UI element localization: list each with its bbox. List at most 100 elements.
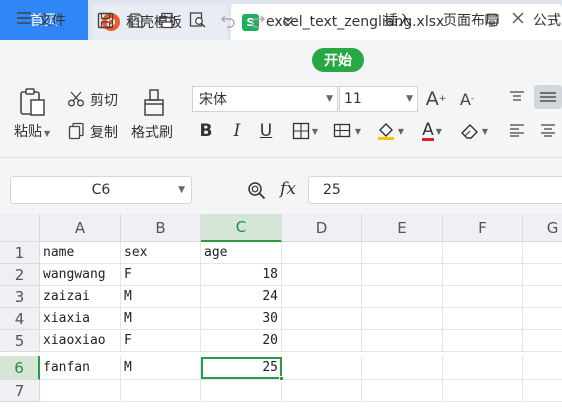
cell-g4[interactable] [523, 308, 562, 330]
cell-e3[interactable] [362, 286, 443, 308]
cell-a6[interactable]: fanfan [40, 356, 121, 380]
cell-b5[interactable]: F [121, 330, 201, 352]
save-icon[interactable] [95, 10, 115, 30]
cell-f1[interactable] [443, 242, 523, 264]
cell-g7[interactable] [523, 380, 562, 402]
cell-a4[interactable]: xiaxia [40, 308, 121, 330]
cell-c3[interactable]: 24 [201, 286, 282, 308]
borders-button[interactable]: ▼ [287, 118, 323, 144]
cell-e5[interactable] [362, 330, 443, 352]
cell-f5[interactable] [443, 330, 523, 352]
cell-a7[interactable] [40, 380, 121, 402]
cell-a1[interactable]: name [40, 242, 121, 264]
column-header-c[interactable]: C [201, 214, 282, 242]
cell-g3[interactable] [523, 286, 562, 308]
row-header-5[interactable]: 5 [0, 330, 40, 352]
cell-a5[interactable]: xiaoxiao [40, 330, 121, 352]
select-all-corner[interactable] [0, 214, 40, 242]
copy-button[interactable]: 复制 [90, 122, 118, 142]
cut-button[interactable]: 剪切 [90, 90, 118, 110]
cell-e6[interactable] [362, 356, 443, 380]
column-header-d[interactable]: D [282, 214, 362, 242]
cell-b3[interactable]: M [121, 286, 201, 308]
row-header-3[interactable]: 3 [0, 286, 40, 308]
zoom-search-icon[interactable] [246, 180, 266, 200]
column-header-g[interactable]: G [523, 214, 562, 242]
cell-fill-button[interactable]: ▼ [328, 118, 366, 144]
cell-b2[interactable]: F [121, 264, 201, 286]
customize-toolbar-icon[interactable] [278, 10, 298, 30]
format-painter-icon[interactable] [138, 86, 170, 118]
cell-a3[interactable]: zaizai [40, 286, 121, 308]
paste-icon[interactable] [15, 86, 49, 118]
row-header-7[interactable]: 7 [0, 380, 40, 402]
cell-e1[interactable] [362, 242, 443, 264]
fill-color-button[interactable]: ▼ [371, 118, 409, 144]
cell-d3[interactable] [282, 286, 362, 308]
cell-f2[interactable] [443, 264, 523, 286]
paste-button[interactable]: 粘贴 ▼ [14, 121, 50, 141]
tab-start[interactable]: 开始 [312, 48, 364, 72]
cell-c2[interactable]: 18 [201, 264, 282, 286]
row-header-4[interactable]: 4 [0, 308, 40, 330]
cell-d5[interactable] [282, 330, 362, 352]
column-header-b[interactable]: B [121, 214, 201, 242]
font-size-select[interactable]: 11 ▼ [339, 86, 418, 112]
fill-handle[interactable] [279, 376, 284, 381]
column-header-e[interactable]: E [362, 214, 443, 242]
italic-button[interactable]: I [227, 118, 247, 144]
close-tab-icon[interactable] [510, 10, 526, 30]
row-header-1[interactable]: 1 [0, 242, 40, 264]
cell-e4[interactable] [362, 308, 443, 330]
cell-g2[interactable] [523, 264, 562, 286]
cell-d6[interactable] [282, 356, 362, 380]
shrink-font-button[interactable]: A- [455, 86, 479, 112]
column-header-a[interactable]: A [40, 214, 121, 242]
name-box[interactable]: C6 ▼ [10, 176, 192, 204]
cell-b6[interactable]: M [121, 356, 201, 380]
cell-a2[interactable]: wangwang [40, 264, 121, 286]
align-middle-icon[interactable] [534, 85, 562, 109]
font-color-button[interactable]: A ▼ [414, 118, 450, 144]
align-top-icon[interactable] [507, 88, 527, 106]
cell-e7[interactable] [362, 380, 443, 402]
cell-c4[interactable]: 30 [201, 308, 282, 330]
cell-c5[interactable]: 20 [201, 330, 282, 352]
bold-button[interactable]: B [196, 118, 216, 144]
clear-format-button[interactable]: ▼ [455, 118, 493, 144]
cell-f3[interactable] [443, 286, 523, 308]
file-menu-button[interactable]: 文件 [16, 0, 66, 40]
undo-icon[interactable] [218, 10, 238, 30]
font-name-select[interactable]: 宋体 ▼ [192, 86, 338, 112]
tab-formula[interactable]: 公式 [533, 0, 561, 40]
cell-e2[interactable] [362, 264, 443, 286]
cell-f6[interactable] [443, 356, 523, 380]
print-icon[interactable] [157, 10, 177, 30]
tab-insert[interactable]: 插入 [384, 0, 412, 40]
format-painter-button[interactable]: 格式刷 [131, 122, 173, 142]
row-header-2[interactable]: 2 [0, 264, 40, 286]
cell-g1[interactable] [523, 242, 562, 264]
row-header-6[interactable]: 6 [0, 356, 40, 380]
cell-g5[interactable] [523, 330, 562, 352]
cell-c6[interactable]: 25 [201, 356, 282, 380]
redo-icon[interactable] [248, 10, 268, 30]
cell-d7[interactable] [282, 380, 362, 402]
underline-button[interactable]: U [256, 118, 276, 144]
cell-d4[interactable] [282, 308, 362, 330]
copy-icon[interactable] [66, 121, 86, 141]
scissors-icon[interactable] [66, 89, 86, 109]
export-pdf-icon[interactable] [126, 10, 146, 30]
tab-page-layout[interactable]: 页面布局 [443, 0, 499, 40]
cell-c7[interactable] [201, 380, 282, 402]
cell-b4[interactable]: M [121, 308, 201, 330]
cell-d2[interactable] [282, 264, 362, 286]
cell-g6[interactable] [523, 356, 562, 380]
column-header-f[interactable]: F [443, 214, 523, 242]
cell-b7[interactable] [121, 380, 201, 402]
align-left-icon[interactable] [507, 121, 527, 139]
formula-input[interactable]: 25 [308, 176, 562, 204]
cell-f7[interactable] [443, 380, 523, 402]
grow-font-button[interactable]: A + [424, 86, 448, 112]
cell-d1[interactable] [282, 242, 362, 264]
